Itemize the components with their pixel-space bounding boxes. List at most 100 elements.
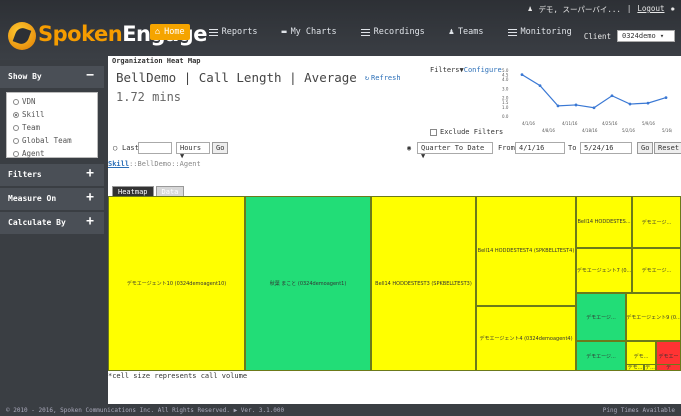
- radio-team[interactable]: Team: [7, 121, 97, 134]
- sparkline-chart: 0.0 1.01.52.0 3.0 4.04.55.0 4/1/16 4/11/16 4/2…: [502, 68, 672, 133]
- treemap-cell[interactable]: デ...: [644, 364, 656, 371]
- breadcrumb: Skill::BellDemo::Agent: [108, 160, 201, 168]
- y-tick-label: 1.0: [502, 105, 509, 110]
- x-tick-label: 4/11/16: [562, 121, 578, 126]
- brand-logo[interactable]: SpokenEngage: [8, 18, 207, 54]
- y-tick-label: 2.0: [502, 96, 509, 101]
- user-icon: ♟: [527, 4, 533, 13]
- list-icon: [507, 28, 517, 36]
- refresh-icon: ↻: [364, 73, 370, 82]
- data-point: [628, 102, 632, 106]
- nav-home[interactable]: ⌂ Home: [150, 24, 190, 40]
- showby-header[interactable]: Show By −: [0, 66, 104, 88]
- series-line: [521, 74, 667, 109]
- data-point: [556, 104, 560, 108]
- measure-header[interactable]: Measure On +: [0, 188, 104, 210]
- radio-selected-icon: [13, 111, 19, 118]
- radio-icon: [13, 124, 19, 131]
- user-name[interactable]: デモ, スーパーバイ...: [538, 4, 620, 15]
- radio-icon[interactable]: ◯: [113, 144, 117, 152]
- average-value: 1.72 mins: [116, 90, 182, 104]
- showby-options: VDN Skill Team Global Team Agent: [6, 92, 98, 158]
- gear-icon[interactable]: ✹: [670, 4, 675, 15]
- footer: © 2010 - 2016, Spoken Communications Inc…: [0, 404, 681, 416]
- calculate-header[interactable]: Calculate By +: [0, 212, 104, 234]
- checkbox-icon: [430, 128, 437, 136]
- treemap-cell[interactable]: デ: [656, 364, 681, 371]
- filters-header[interactable]: Filters +: [0, 164, 104, 186]
- filters-label: Filters▼Configure: [430, 66, 502, 74]
- main-nav: ⌂ Home Reports ▬ My Charts Recordings ♟ Tea…: [150, 24, 577, 40]
- client-label: Client: [583, 31, 611, 41]
- from-input[interactable]: 4/1/16: [515, 142, 565, 154]
- go-button-2[interactable]: Go: [637, 142, 654, 154]
- client-selector: Client 0324demo ▾: [584, 30, 675, 42]
- radio-selected-icon[interactable]: ◉: [407, 144, 411, 152]
- x-tick-label: 4/8/16: [542, 128, 555, 133]
- refresh-button[interactable]: ↻ Refresh: [365, 74, 401, 82]
- data-point: [592, 106, 596, 110]
- last-input[interactable]: [138, 142, 172, 154]
- radio-icon: [13, 98, 19, 105]
- unit-select[interactable]: Hours ▼: [176, 142, 210, 160]
- treemap-cell[interactable]: デモエージェント4 (0324demoagent4): [476, 306, 576, 371]
- data-point: [664, 96, 668, 99]
- x-tick-label: 4/1/16: [522, 121, 535, 126]
- expand-icon: +: [86, 190, 94, 205]
- x-tick-label: 4/18/16: [582, 128, 598, 133]
- logo-mark-icon: [8, 22, 36, 50]
- treemap-cell[interactable]: デモエージェント9 (0...: [626, 293, 681, 341]
- expand-icon: +: [86, 214, 94, 229]
- nav-my-charts[interactable]: ▬ My Charts: [276, 24, 341, 40]
- x-tick-label: 5/2/16: [622, 128, 635, 133]
- user-menu: ♟ デモ, スーパーバイ... | Logout ✹: [527, 4, 675, 15]
- client-select[interactable]: 0324demo ▾: [617, 30, 675, 42]
- y-tick-label: 5.0: [502, 68, 509, 73]
- x-tick-label: 5/16/16: [662, 128, 672, 133]
- exclude-filters[interactable]: Exclude Filters: [430, 128, 503, 136]
- treemap-cell[interactable]: Bell14 HODDESTEST3 (SPKBELLTEST3): [371, 196, 476, 371]
- go-button[interactable]: Go: [212, 142, 229, 154]
- date-range-row: ◯ Last Hours ▼ Go ◉ Quarter To Date ▼ Fr…: [108, 140, 681, 160]
- data-point: [574, 103, 578, 107]
- data-point: [538, 84, 542, 88]
- y-tick-label: 3.0: [502, 86, 509, 91]
- logout-link[interactable]: Logout: [637, 4, 664, 15]
- period-select[interactable]: Quarter To Date ▼: [417, 142, 493, 160]
- radio-global-team[interactable]: Global Team: [7, 134, 97, 147]
- treemap-cell[interactable]: デモエージェント10 (0324demoagent10): [108, 196, 245, 371]
- treemap-cell[interactable]: デモエージ...: [576, 341, 626, 371]
- nav-teams[interactable]: ♟ Teams: [444, 24, 489, 40]
- radio-vdn[interactable]: VDN: [7, 95, 97, 108]
- y-tick-label: 4.0: [502, 77, 509, 82]
- treemap-cell[interactable]: デモ...: [626, 364, 644, 371]
- home-icon: ⌂: [155, 27, 161, 37]
- to-input[interactable]: 5/24/16: [580, 142, 632, 154]
- radio-skill[interactable]: Skill: [7, 108, 97, 121]
- x-tick-label: 4/25/16: [602, 121, 618, 126]
- footnote: *cell size represents call volume: [108, 372, 248, 380]
- radio-agent[interactable]: Agent: [7, 147, 97, 160]
- treemap-cell[interactable]: デモエージェント7 (0...: [576, 248, 632, 293]
- data-point: [520, 73, 524, 76]
- treemap-cell[interactable]: デモエージ...: [632, 248, 681, 293]
- data-point: [646, 101, 650, 105]
- treemap-cell[interactable]: Bell14 HODDESTES...: [576, 196, 632, 248]
- y-tick-label: 0.0: [502, 114, 509, 119]
- list-icon: [208, 28, 218, 36]
- treemap-cell[interactable]: Bell14 HODDESTEST4 (SPKBELLTEST4): [476, 196, 576, 306]
- user-icon: ♟: [448, 27, 454, 37]
- collapse-icon: −: [86, 68, 94, 83]
- treemap-cell[interactable]: 秋葉 まこと (0324demoagent1): [245, 196, 371, 371]
- folder-icon: ▬: [281, 27, 287, 37]
- nav-monitoring[interactable]: Monitoring: [503, 24, 577, 40]
- treemap-cell[interactable]: デモエージ...: [576, 293, 626, 341]
- radio-icon: [13, 150, 19, 157]
- nav-reports[interactable]: Reports: [204, 24, 263, 40]
- nav-recordings[interactable]: Recordings: [356, 24, 430, 40]
- reset-button[interactable]: Reset: [654, 142, 681, 154]
- treemap: デモエージェント10 (0324demoagent10) 秋葉 まこと (0324…: [108, 196, 681, 371]
- y-tick-label: 1.5: [502, 100, 509, 105]
- configure-link[interactable]: Configure: [464, 66, 502, 74]
- treemap-cell[interactable]: デモエージ...: [632, 196, 681, 248]
